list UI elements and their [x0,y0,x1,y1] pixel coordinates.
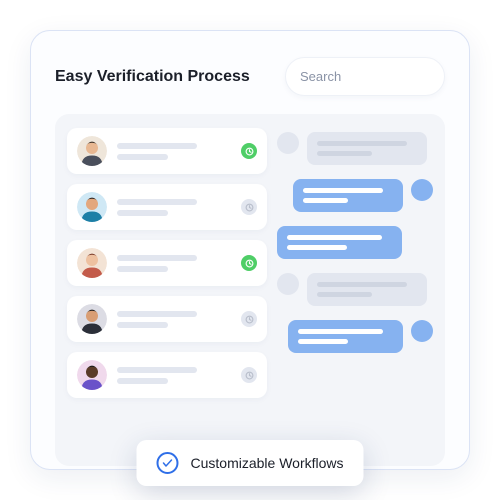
status-badge [241,143,257,159]
status-badge [241,255,257,271]
avatar [77,360,107,390]
avatar [77,248,107,278]
chat-avatar [277,132,299,154]
contact-text [117,311,231,328]
avatar [77,192,107,222]
chat-message [277,273,433,306]
search-input[interactable] [300,69,470,84]
chat-bubble [293,179,403,212]
contact-row[interactable] [67,296,267,342]
chat-bubble [307,132,427,165]
chat-avatar [411,179,433,201]
status-badge [241,199,257,215]
check-circle-icon [156,452,178,474]
contact-list [67,128,267,452]
header: Easy Verification Process [55,57,445,96]
avatar [77,136,107,166]
contact-row[interactable] [67,352,267,398]
contact-text [117,199,231,216]
chat-pane [277,128,433,452]
status-badge [241,311,257,327]
page-title: Easy Verification Process [55,68,250,86]
contact-row[interactable] [67,240,267,286]
content-area [55,114,445,466]
chat-message [277,226,433,259]
chat-avatar [277,273,299,295]
contact-row[interactable] [67,128,267,174]
contact-text [117,367,231,384]
status-badge [241,367,257,383]
toast: Customizable Workflows [136,440,363,486]
search-box[interactable] [285,57,445,96]
contact-row[interactable] [67,184,267,230]
chat-bubble [307,273,427,306]
avatar [77,304,107,334]
toast-label: Customizable Workflows [190,455,343,471]
contact-text [117,143,231,160]
chat-message [277,132,433,165]
chat-bubble [277,226,402,259]
chat-bubble [288,320,403,353]
chat-message [277,179,433,212]
chat-avatar [411,320,433,342]
app-card: Easy Verification Process [30,30,470,470]
contact-text [117,255,231,272]
chat-message [277,320,433,353]
